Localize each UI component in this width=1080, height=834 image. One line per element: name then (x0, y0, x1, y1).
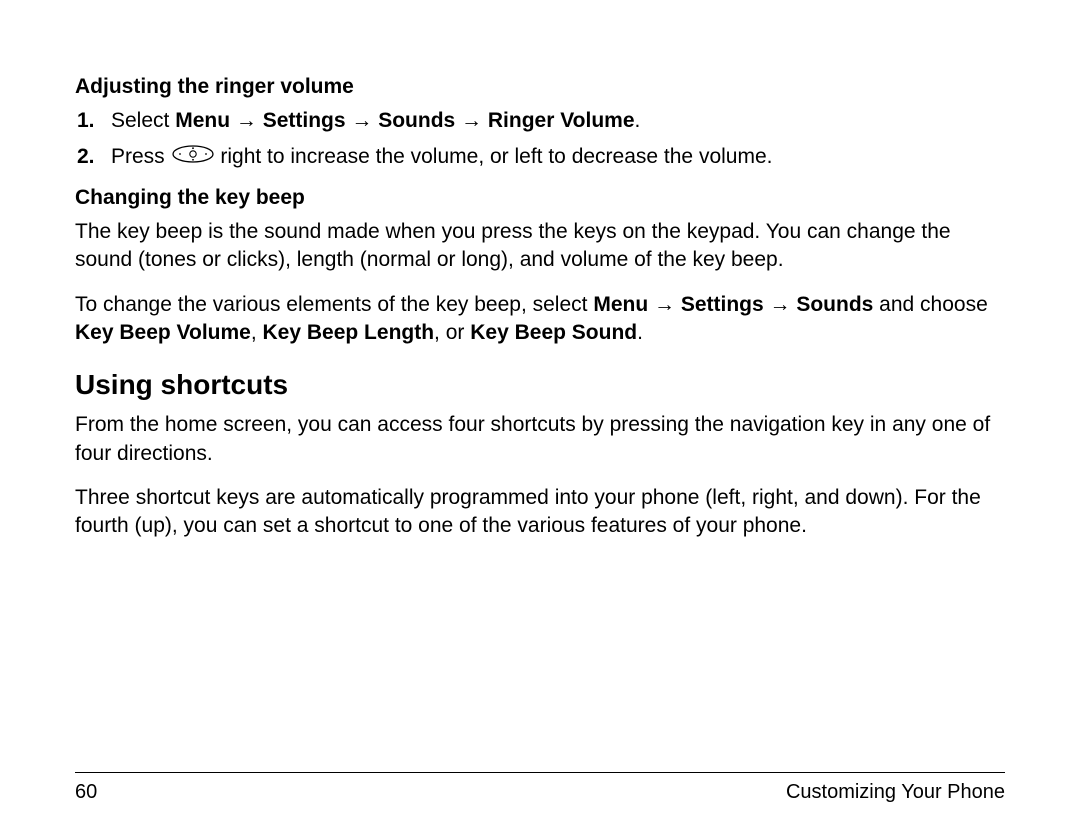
kb-text-g: , or (434, 321, 470, 344)
step-1-prefix: Select (111, 109, 175, 132)
step-2-suffix: right to increase the volume, or left to… (220, 145, 772, 168)
step-2-prefix: Press (111, 145, 171, 168)
shortcuts-para-1: From the home screen, you can access fou… (75, 411, 1005, 468)
step-number: 1. (77, 107, 99, 135)
step-1: 1. Select Menu → Settings → Sounds → Rin… (75, 107, 1005, 135)
step-1-suffix: . (635, 109, 641, 132)
step-number: 2. (77, 143, 99, 171)
heading-using-shortcuts: Using shortcuts (75, 369, 1005, 401)
menu-path-ringer: Menu → Settings → Sounds → Ringer Volume (175, 109, 634, 132)
menu-path-key-beep: Menu → Settings → Sounds (593, 293, 873, 316)
heading-key-beep: Changing the key beep (75, 186, 1005, 210)
option-key-beep-length: Key Beep Length (263, 321, 435, 344)
shortcuts-para-2: Three shortcut keys are automatically pr… (75, 484, 1005, 541)
option-key-beep-sound: Key Beep Sound (470, 321, 637, 344)
page-number: 60 (75, 781, 97, 804)
footer-title: Customizing Your Phone (786, 781, 1005, 804)
key-beep-description: The key beep is the sound made when you … (75, 218, 1005, 275)
heading-ringer-volume: Adjusting the ringer volume (75, 75, 1005, 99)
kb-text-c: and choose (873, 293, 987, 316)
page-footer: 60 Customizing Your Phone (75, 772, 1005, 804)
option-key-beep-volume: Key Beep Volume (75, 321, 251, 344)
kb-text-e: , (251, 321, 263, 344)
step-2-text: Press right to increase the volume, or l… (111, 143, 772, 172)
kb-text-i: . (637, 321, 643, 344)
page-content: Adjusting the ringer volume 1. Select Me… (75, 75, 1005, 772)
key-beep-instructions: To change the various elements of the ke… (75, 291, 1005, 348)
navigation-key-icon (171, 144, 215, 172)
step-2: 2. Press right to increase the volume, o… (75, 143, 1005, 172)
step-1-text: Select Menu → Settings → Sounds → Ringer… (111, 107, 640, 135)
kb-text-a: To change the various elements of the ke… (75, 293, 593, 316)
ringer-volume-steps: 1. Select Menu → Settings → Sounds → Rin… (75, 107, 1005, 172)
